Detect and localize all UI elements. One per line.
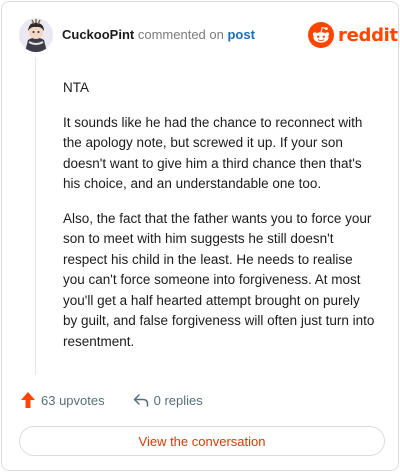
action-text: commented on [137,27,224,42]
reddit-wordmark: reddit [338,24,398,46]
upvote-arrow-icon [21,392,35,408]
username-link[interactable]: CuckooPint [62,27,134,42]
view-conversation-label: View the conversation [138,433,266,449]
reddit-logo[interactable]: reddit [308,21,398,49]
upvote-count: 63 upvotes [41,392,105,408]
thread-line [35,57,36,375]
comment-paragraph: NTA [63,80,89,95]
reply-arrow-icon [133,394,148,407]
replies-button[interactable]: 0 replies [133,393,203,408]
comment-body: NTA It sounds like he had the chance to … [63,78,375,366]
comment-paragraph: Also, the fact that the father wants you… [63,210,375,349]
post-link[interactable]: post [227,27,254,42]
view-conversation-button[interactable]: View the conversation [19,426,385,456]
comment-actions: 63 upvotes 0 replies [20,390,231,410]
comment-paragraph: It sounds like he had the chance to reco… [63,114,363,192]
comment-header: CuckooPint commented on post [62,26,255,44]
embedded-comment-card: CuckooPint commented on post reddit NTA … [1,1,399,471]
reddit-snoo-icon [308,22,334,48]
upvote-button[interactable]: 63 upvotes [20,391,105,409]
avatar-icon [19,18,53,52]
replies-count: 0 replies [153,392,203,408]
user-avatar[interactable] [19,18,53,52]
